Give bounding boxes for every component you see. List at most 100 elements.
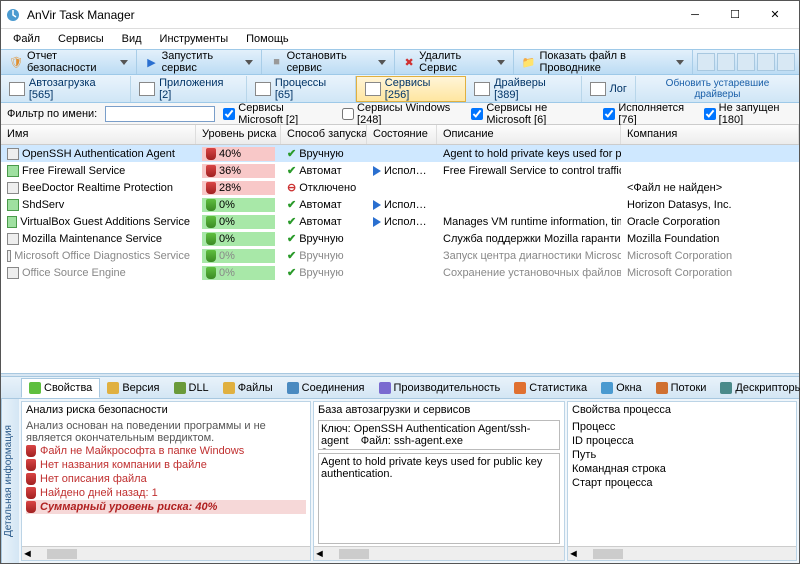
tab-icon bbox=[139, 82, 155, 96]
app1-icon[interactable] bbox=[697, 53, 715, 71]
table-row[interactable]: VirtualBox Guest Additions Service0%✔Авт… bbox=[1, 213, 799, 230]
detail-tab-Окна[interactable]: Окна bbox=[594, 379, 649, 397]
tab-apps[interactable]: Приложения [2] bbox=[131, 76, 247, 102]
tab-log[interactable]: Лог bbox=[582, 76, 636, 102]
detail-tab-Свойства[interactable]: Свойства bbox=[21, 378, 100, 398]
pane1-title: Анализ риска безопасности bbox=[22, 402, 310, 418]
checkbox[interactable] bbox=[704, 108, 716, 120]
detail-tab-Версия[interactable]: Версия bbox=[100, 379, 166, 397]
detail-tab-Дескрипторы[interactable]: Дескрипторы bbox=[713, 379, 800, 397]
description: Free Firewall Service to control traffic… bbox=[437, 165, 621, 177]
table-row[interactable]: BeeDoctor Realtime Protection28%⊖Отключе… bbox=[1, 179, 799, 196]
menu-Помощь[interactable]: Помощь bbox=[238, 31, 297, 47]
minimize-button[interactable]: ─ bbox=[675, 3, 715, 27]
app3-icon[interactable] bbox=[737, 53, 755, 71]
detail-tabs: Свойства Версия DLLФайлыСоединения Производ… bbox=[1, 377, 799, 399]
tab-label: Версия bbox=[122, 382, 159, 394]
maximize-button[interactable]: ☐ bbox=[715, 3, 755, 27]
filter-input[interactable] bbox=[105, 106, 215, 122]
tab-icon bbox=[379, 382, 391, 394]
menu-Вид[interactable]: Вид bbox=[114, 31, 150, 47]
key-value-text[interactable] bbox=[318, 420, 560, 450]
pane2-title: База автозагрузки и сервисов bbox=[314, 402, 564, 418]
tab-startup[interactable]: Автозагрузка [565] bbox=[1, 76, 131, 102]
checkbox[interactable] bbox=[342, 108, 354, 120]
app2-icon[interactable] bbox=[717, 53, 735, 71]
shield-icon bbox=[206, 199, 216, 211]
company: Oracle Corporation bbox=[621, 216, 799, 228]
chevron-down-icon bbox=[245, 60, 253, 65]
scrollbar[interactable]: ◄ bbox=[314, 546, 564, 560]
detail-tab-Потоки[interactable]: Потоки bbox=[649, 379, 714, 397]
checkbox[interactable] bbox=[471, 108, 483, 120]
checkbox[interactable] bbox=[223, 108, 235, 120]
tab-label: Производительность bbox=[394, 382, 501, 394]
launch-type: Вручную bbox=[299, 148, 343, 160]
scrollbar[interactable]: ◄ bbox=[568, 546, 796, 560]
state-text: Испол… bbox=[384, 216, 427, 228]
show-in-explorer-button[interactable]: 📁Показать файл в Проводнике bbox=[514, 50, 693, 74]
filter-check-0[interactable]: Сервисы Microsoft [2] bbox=[223, 102, 330, 126]
description-text[interactable]: Agent to hold private keys used for publ… bbox=[318, 453, 560, 544]
launch-type: Вручную bbox=[299, 233, 343, 245]
side-label: Детальная информация bbox=[1, 399, 19, 563]
detail-tab-Соединения[interactable]: Соединения bbox=[280, 379, 372, 397]
column-header[interactable]: Компания bbox=[621, 125, 799, 144]
scrollbar[interactable]: ◄ bbox=[22, 546, 310, 560]
column-header[interactable]: Имя bbox=[1, 125, 196, 144]
company: <Файл не найден> bbox=[621, 182, 799, 194]
risk-item: Файл не Майкрософта в папке Windows bbox=[26, 444, 306, 458]
check-icon: ✔ bbox=[287, 215, 296, 228]
check-icon: ✔ bbox=[287, 164, 296, 177]
detail-tab-Файлы[interactable]: Файлы bbox=[216, 379, 280, 397]
detail-tab-DLL[interactable]: DLL bbox=[167, 379, 216, 397]
table-row[interactable]: Microsoft Office Diagnostics Service0%✔В… bbox=[1, 247, 799, 264]
filter-check-2[interactable]: Сервисы не Microsoft [6] bbox=[471, 102, 591, 126]
check-label: Сервисы Windows [248] bbox=[357, 102, 459, 126]
filter-check-4[interactable]: Не запущен [180] bbox=[704, 102, 793, 126]
table-row[interactable]: Free Firewall Service36%✔АвтоматИспол…Fr… bbox=[1, 162, 799, 179]
detail-tab-Статистика[interactable]: Статистика bbox=[507, 379, 594, 397]
security-report-button[interactable]: 🛡Отчет безопасности bbox=[1, 50, 137, 74]
service-name: Free Firewall Service bbox=[22, 165, 125, 177]
tab-icon bbox=[107, 382, 119, 394]
launch-type: Автомат bbox=[299, 165, 341, 177]
tab-label: Лог bbox=[610, 83, 627, 95]
table-row[interactable]: Office Source Engine0%✔ВручнуюСохранение… bbox=[1, 264, 799, 281]
start-service-button[interactable]: ▶Запустить сервис bbox=[137, 50, 262, 74]
filter-check-3[interactable]: Исполняется [76] bbox=[603, 102, 691, 126]
menu-Инструменты[interactable]: Инструменты bbox=[152, 31, 237, 47]
detail-tab-Производительность[interactable]: Производительность bbox=[372, 379, 508, 397]
button-label: Показать файл в Проводнике bbox=[539, 50, 670, 74]
table-row[interactable]: ShdServ0%✔АвтоматИспол…Horizon Datasys, … bbox=[1, 196, 799, 213]
risk-value: 28% bbox=[219, 182, 241, 194]
tab-services[interactable]: Сервисы [256] bbox=[356, 76, 466, 102]
risk-value: 0% bbox=[219, 233, 235, 245]
column-header[interactable]: Описание bbox=[437, 125, 621, 144]
checkbox[interactable] bbox=[603, 108, 615, 120]
launch-type: Вручную bbox=[299, 250, 343, 262]
column-header[interactable]: Способ запуска bbox=[281, 125, 367, 144]
service-name: ShdServ bbox=[22, 199, 64, 211]
play-icon: ▶ bbox=[145, 55, 157, 69]
column-header[interactable]: Уровень риска bbox=[196, 125, 281, 144]
app5-icon[interactable] bbox=[777, 53, 795, 71]
prop-row: Командная строка bbox=[572, 462, 792, 476]
column-header[interactable]: Состояние bbox=[367, 125, 437, 144]
filter-check-1[interactable]: Сервисы Windows [248] bbox=[342, 102, 459, 126]
delete-service-button[interactable]: ✖Удалить Сервис bbox=[395, 50, 514, 74]
tab-processes[interactable]: Процессы [65] bbox=[247, 76, 356, 102]
refresh-drivers-link[interactable]: Обновить устаревшие драйверы bbox=[636, 78, 799, 100]
app4-icon[interactable] bbox=[757, 53, 775, 71]
description: Сохранение установочных файлов д… bbox=[437, 267, 621, 279]
tab-drivers[interactable]: Драйверы [389] bbox=[466, 76, 581, 102]
table-row[interactable]: OpenSSH Authentication Agent40%✔ВручнуюA… bbox=[1, 145, 799, 162]
table-row[interactable]: Mozilla Maintenance Service0%✔ВручнуюСлу… bbox=[1, 230, 799, 247]
menu-Сервисы[interactable]: Сервисы bbox=[50, 31, 112, 47]
stop-service-button[interactable]: ■Остановить сервис bbox=[262, 50, 395, 74]
play-icon bbox=[373, 166, 381, 176]
close-button[interactable]: ✕ bbox=[755, 3, 795, 27]
tab-icon bbox=[287, 382, 299, 394]
check-label: Сервисы не Microsoft [6] bbox=[486, 102, 591, 126]
menu-Файл[interactable]: Файл bbox=[5, 31, 48, 47]
